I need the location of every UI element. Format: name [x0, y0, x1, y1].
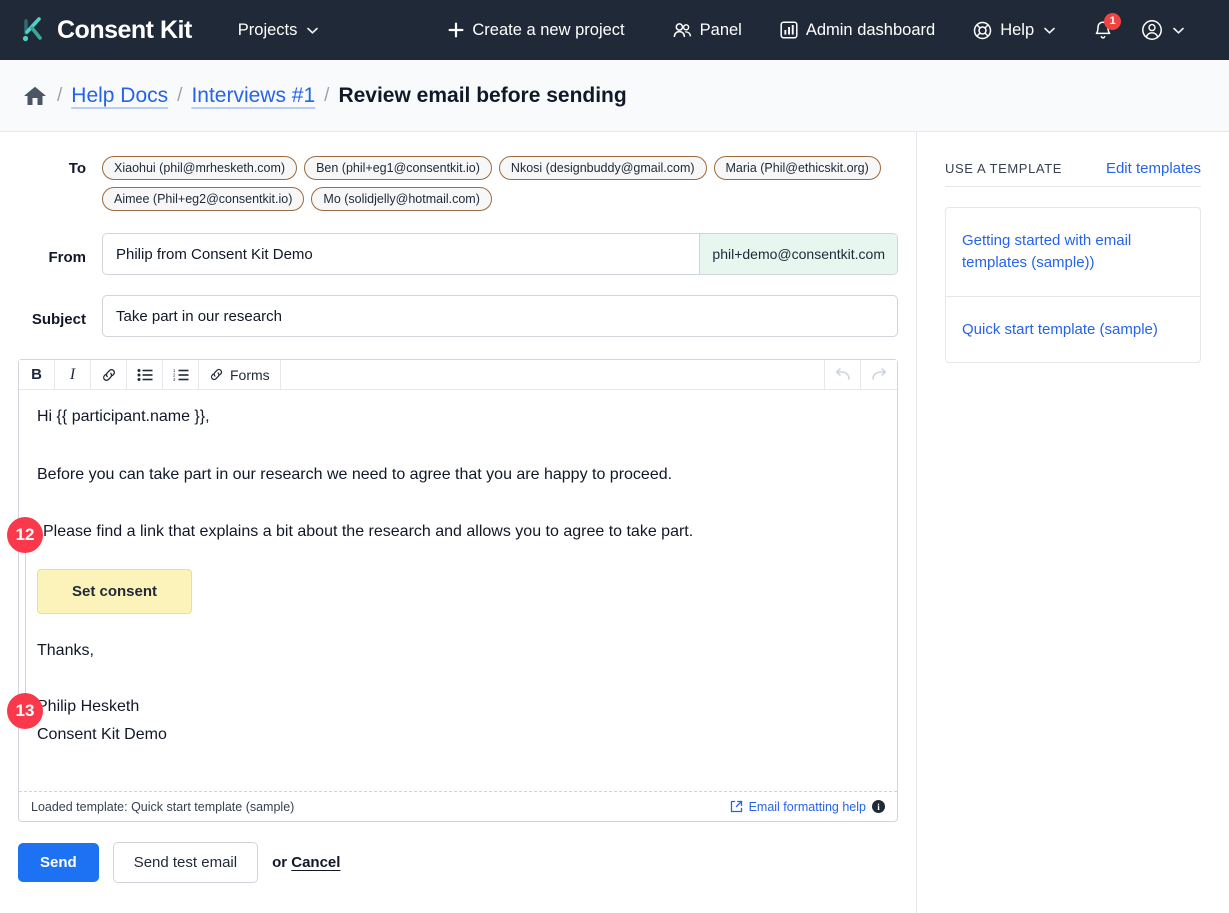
from-name-input[interactable] [103, 234, 699, 274]
to-row: To Xiaohui (phil@mrhesketh.com) Ben (phi… [0, 132, 916, 211]
forms-label: Forms [230, 367, 270, 383]
email-formatting-help-label: Email formatting help [749, 800, 866, 814]
bullet-list-icon[interactable] [127, 360, 163, 389]
top-navbar: Consent Kit Projects Create a new projec… [0, 0, 1229, 60]
loaded-template-label: Loaded template: Quick start template (s… [31, 800, 294, 814]
recipient-chip[interactable]: Ben (phil+eg1@consentkit.io) [304, 156, 492, 180]
brand-name: Consent Kit [57, 16, 192, 45]
email-body-editable[interactable]: Hi {{ participant.name }}, Before you ca… [19, 390, 897, 791]
redo-arrow-icon[interactable] [861, 360, 897, 389]
breadcrumb-link-help-docs[interactable]: Help Docs [71, 84, 168, 108]
bold-button[interactable]: B [19, 360, 55, 389]
breadcrumb-separator: / [324, 85, 329, 107]
body-paragraph-1: Before you can take part in our research… [37, 464, 879, 486]
from-field-group: phil+demo@consentkit.com [102, 233, 898, 275]
consent-kit-k-logo-icon [18, 15, 48, 45]
template-list: Getting started with email templates (sa… [945, 207, 1201, 363]
external-link-icon [730, 800, 743, 813]
templates-title: USE A TEMPLATE [945, 161, 1062, 176]
plus-icon [448, 22, 464, 38]
page-title: Review email before sending [338, 84, 626, 108]
nav-projects[interactable]: Projects [238, 21, 319, 40]
body-thanks: Thanks, [37, 640, 879, 662]
breadcrumb: / Help Docs / Interviews #1 / Review ema… [0, 60, 1229, 132]
brand-logo-link[interactable]: Consent Kit [18, 15, 192, 45]
email-formatting-help-link[interactable]: Email formatting help i [730, 800, 885, 814]
svg-text:3: 3 [173, 377, 176, 382]
toolbar-spacer [281, 360, 825, 389]
signature-name: Philip Hesketh [37, 693, 879, 721]
editor-footer: Loaded template: Quick start template (s… [19, 791, 897, 821]
breadcrumb-separator: / [177, 85, 182, 107]
nav-create-new-project[interactable]: Create a new project [448, 21, 624, 40]
send-test-email-button[interactable]: Send test email [113, 842, 258, 883]
list-item[interactable]: Quick start template (sample) [946, 297, 1200, 363]
step-badge-13: 13 [7, 693, 43, 729]
badge-connector-line [25, 544, 26, 712]
nav-create-label: Create a new project [472, 21, 624, 40]
breadcrumb-link-interviews[interactable]: Interviews #1 [191, 84, 315, 108]
forms-button[interactable]: Forms [199, 360, 281, 389]
cancel-wrapper: or Cancel [272, 854, 340, 871]
to-label: To [18, 154, 102, 177]
undo-arrow-icon[interactable] [825, 360, 861, 389]
home-icon[interactable] [22, 84, 48, 108]
templates-header: USE A TEMPLATE Edit templates [945, 160, 1201, 187]
chevron-down-icon [1044, 23, 1055, 37]
subject-label: Subject [18, 305, 102, 328]
link-icon [209, 367, 224, 382]
nav-admin-label: Admin dashboard [806, 21, 935, 40]
signature-org: Consent Kit Demo [37, 721, 879, 749]
notifications-button[interactable]: 1 [1093, 20, 1113, 41]
list-item[interactable]: Getting started with email templates (sa… [946, 208, 1200, 297]
nav-panel-label: Panel [700, 21, 742, 40]
from-label: From [18, 243, 102, 266]
recipient-chip-list: Xiaohui (phil@mrhesketh.com) Ben (phil+e… [102, 154, 898, 211]
nav-admin-dashboard[interactable]: Admin dashboard [780, 21, 935, 40]
set-consent-button[interactable]: Set consent [37, 569, 192, 614]
edit-templates-link[interactable]: Edit templates [1106, 160, 1201, 177]
or-label: or [272, 854, 291, 871]
recipient-chip[interactable]: Xiaohui (phil@mrhesketh.com) [102, 156, 297, 180]
account-menu[interactable] [1141, 19, 1184, 41]
body-paragraph-2: Please find a link that explains a bit a… [37, 521, 879, 543]
body-signature: Philip Hesketh Consent Kit Demo [37, 693, 879, 749]
italic-button[interactable]: I [55, 360, 91, 389]
link-icon[interactable] [91, 360, 127, 389]
people-icon [673, 22, 692, 39]
chevron-down-icon [307, 23, 318, 37]
send-button[interactable]: Send [18, 843, 99, 882]
recipient-chip[interactable]: Maria (Phil@ethicskit.org) [714, 156, 881, 180]
body-greeting: Hi {{ participant.name }}, [37, 406, 879, 428]
breadcrumb-separator: / [57, 85, 62, 107]
cancel-link[interactable]: Cancel [291, 854, 340, 871]
compose-panel: 12 13 14 15 To Xiaohui (phil@mrhesketh.c… [0, 132, 917, 913]
info-icon[interactable]: i [872, 800, 885, 813]
nav-help-label: Help [1000, 21, 1034, 40]
recipient-chip[interactable]: Nkosi (designbuddy@gmail.com) [499, 156, 707, 180]
from-row: From phil+demo@consentkit.com [0, 233, 916, 275]
notification-count-badge: 1 [1104, 13, 1121, 30]
nav-panel[interactable]: Panel [673, 21, 742, 40]
recipient-chip[interactable]: Mo (solidjelly@hotmail.com) [311, 187, 491, 211]
editor-toolbar: B I 1 [19, 360, 897, 390]
lifebuoy-icon [973, 21, 992, 40]
step-badge-12: 12 [7, 517, 43, 553]
email-editor: B I 1 [18, 359, 898, 822]
templates-sidebar: USE A TEMPLATE Edit templates Getting st… [917, 132, 1229, 913]
page-body: 12 13 14 15 To Xiaohui (phil@mrhesketh.c… [0, 132, 1229, 913]
action-bar: Send Send test email or Cancel [0, 822, 916, 883]
user-circle-icon [1141, 19, 1163, 41]
nav-help[interactable]: Help [973, 21, 1055, 40]
from-address-readonly: phil+demo@consentkit.com [699, 234, 897, 274]
nav-projects-label: Projects [238, 21, 298, 40]
chevron-down-icon [1173, 23, 1184, 37]
numbered-list-icon[interactable]: 1 2 3 [163, 360, 199, 389]
subject-input[interactable] [102, 295, 898, 337]
bar-chart-icon [780, 21, 798, 39]
recipient-chip[interactable]: Aimee (Phil+eg2@consentkit.io) [102, 187, 304, 211]
subject-row: Subject [0, 295, 916, 337]
